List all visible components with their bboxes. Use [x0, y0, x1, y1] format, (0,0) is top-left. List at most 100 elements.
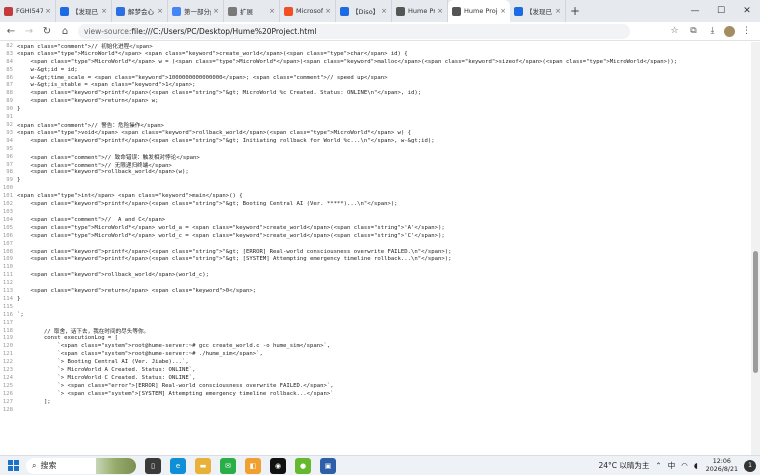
- line-number: 107: [2, 240, 13, 247]
- edge-icon[interactable]: e: [170, 457, 186, 474]
- line-code: <span class="keyword">rollback_world</sp…: [17, 272, 209, 279]
- browser-tab[interactable]: Hume Proj×: [392, 0, 448, 22]
- tab-close-icon[interactable]: ×: [381, 7, 387, 15]
- search-label: 搜索: [40, 461, 57, 470]
- line-number: 93: [6, 129, 13, 136]
- qq-icon[interactable]: ◉: [270, 457, 286, 474]
- clock[interactable]: 12:06 2026/8/21: [706, 458, 738, 474]
- home-button[interactable]: ⌂: [58, 24, 72, 38]
- browser-tab[interactable]: 【发现已 ×: [56, 0, 112, 22]
- start-button[interactable]: [4, 457, 22, 475]
- line-number: 88: [6, 90, 13, 97]
- minimize-button[interactable]: —: [682, 0, 708, 22]
- address-bar[interactable]: view-source: file:///C:/Users/PC/Desktop…: [78, 23, 630, 39]
- vertical-scrollbar[interactable]: [751, 42, 760, 455]
- tab-label: Hume Proj: [408, 7, 436, 15]
- tab-label: 【发现已: [526, 8, 552, 16]
- maximize-button[interactable]: ☐: [708, 0, 734, 22]
- browser-tab[interactable]: Microsoft ×: [280, 0, 336, 22]
- line-number: 123: [2, 367, 13, 374]
- browser-tab[interactable]: 解梦会心 ×: [112, 0, 168, 22]
- line-code: ];: [17, 398, 51, 405]
- wechat-icon[interactable]: ✉: [220, 457, 236, 474]
- volume-icon[interactable]: ◖: [694, 461, 698, 470]
- ime-indicator[interactable]: 中: [668, 460, 676, 471]
- tab-close-icon[interactable]: ×: [101, 7, 107, 15]
- source-line: 102 <span class="keyword">printf</span>(…: [0, 200, 751, 208]
- line-number: 117: [2, 319, 13, 326]
- line-number: 98: [6, 169, 13, 176]
- browser-tab[interactable]: 扩展 ×: [224, 0, 280, 22]
- source-line: 82 <span class="comment">// 初始化进程</span>: [0, 42, 751, 50]
- line-code: <span class="keyword">printf</span>(<spa…: [17, 256, 452, 263]
- source-line: 120 `<span class="system">root@hume-serv…: [0, 342, 751, 350]
- source-line: 122 `> Booting Central AI (Ver. Jiabe)..…: [0, 358, 751, 366]
- close-window-button[interactable]: ✕: [734, 0, 760, 22]
- bookmark-star-icon[interactable]: ☆: [667, 24, 682, 38]
- line-code: <span class="keyword">printf</span>(<spa…: [17, 137, 435, 144]
- source-line: 124 `> MicroWorld C Created. Status: ONL…: [0, 374, 751, 382]
- line-code: <span class="type">MicroWorld*</span> wo…: [17, 224, 445, 231]
- app2-icon[interactable]: ●: [295, 457, 311, 474]
- new-tab-button[interactable]: +: [566, 4, 584, 18]
- scrollbar-thumb[interactable]: [753, 251, 758, 373]
- tab-label: 第一部分p: [184, 8, 211, 16]
- tab-close-icon[interactable]: ×: [437, 7, 443, 15]
- app-icon[interactable]: ◧: [245, 457, 261, 474]
- taskbar-search[interactable]: ⌕ 搜索: [26, 457, 136, 474]
- line-code: }: [17, 106, 21, 113]
- source-line: 95: [0, 145, 751, 153]
- tab-favicon-icon: [172, 6, 181, 16]
- source-line: 101 <span class="type">int</span> <span c…: [0, 192, 751, 200]
- network-icon[interactable]: ◠: [681, 461, 688, 470]
- back-button[interactable]: ←: [4, 24, 18, 38]
- line-code: `> Booting Central AI (Ver. Jiabe)...`,: [17, 359, 189, 366]
- downloads-icon[interactable]: ⤓: [705, 24, 720, 38]
- menu-icon[interactable]: ⋮: [739, 24, 754, 38]
- app3-icon[interactable]: ▣: [320, 457, 336, 474]
- source-line: 92 <span class="comment">// 警告：危险操作</span…: [0, 121, 751, 129]
- line-number: 111: [2, 272, 13, 279]
- line-code: `> <span class="system">[SYSTEM] Attempt…: [17, 390, 334, 397]
- source-line: 96 <span class="comment">// 致命错误：触发相对悖论<…: [0, 153, 751, 161]
- source-line: 106 <span class="type">MicroWorld*</span…: [0, 232, 751, 240]
- tab-close-icon[interactable]: ×: [269, 7, 275, 15]
- task-view-icon[interactable]: ▯: [145, 457, 161, 474]
- search-icon: ⌕: [32, 460, 37, 470]
- browser-tab[interactable]: FGHI547 ×: [0, 0, 56, 22]
- line-code: <span class="keyword">rollback_world</sp…: [17, 169, 189, 176]
- browser-toolbar: ← → ↻ ⌂ view-source: file:///C:/Users/PC…: [0, 22, 760, 41]
- line-number: 102: [2, 201, 13, 208]
- browser-tab[interactable]: 第一部分p×: [168, 0, 224, 22]
- line-code: const executionLog = [: [17, 335, 119, 342]
- tab-close-icon[interactable]: ×: [157, 7, 163, 15]
- forward-button[interactable]: →: [22, 24, 36, 38]
- tab-close-icon[interactable]: ×: [500, 7, 506, 15]
- tab-close-icon[interactable]: ×: [45, 7, 51, 15]
- line-number: 124: [2, 375, 13, 382]
- browser-tab[interactable]: 【Diso】 ×: [336, 0, 392, 22]
- line-number: 95: [6, 145, 13, 152]
- line-code: w-&gt;id = id;: [17, 66, 78, 73]
- tab-favicon-icon: [340, 6, 349, 16]
- tab-close-icon[interactable]: ×: [555, 7, 561, 15]
- notification-badge[interactable]: 1: [744, 459, 756, 472]
- line-number: 119: [2, 335, 13, 342]
- tray-overflow-icon[interactable]: ⌃: [655, 461, 661, 470]
- line-number: 109: [2, 256, 13, 263]
- profile-avatar[interactable]: [724, 25, 735, 37]
- reload-button[interactable]: ↻: [40, 24, 54, 38]
- tab-close-icon[interactable]: ×: [325, 7, 331, 15]
- extensions-icon[interactable]: ⧉: [686, 24, 701, 38]
- line-number: 94: [6, 137, 13, 144]
- browser-tab[interactable]: 【发现已 ×: [510, 0, 566, 22]
- source-line: 83 <span class="type">MicroWorld*</span> …: [0, 50, 751, 58]
- weather-status[interactable]: 24°C 以晴为主: [598, 460, 649, 471]
- tab-label: Hume Proje: [464, 7, 499, 15]
- line-number: 114: [2, 295, 13, 302]
- line-code: <span class="keyword">printf</span>(<spa…: [17, 201, 398, 208]
- browser-tab[interactable]: Hume Proje ×: [448, 0, 510, 22]
- line-number: 100: [2, 185, 13, 192]
- explorer-icon[interactable]: ▬: [195, 457, 211, 474]
- tab-close-icon[interactable]: ×: [213, 7, 219, 15]
